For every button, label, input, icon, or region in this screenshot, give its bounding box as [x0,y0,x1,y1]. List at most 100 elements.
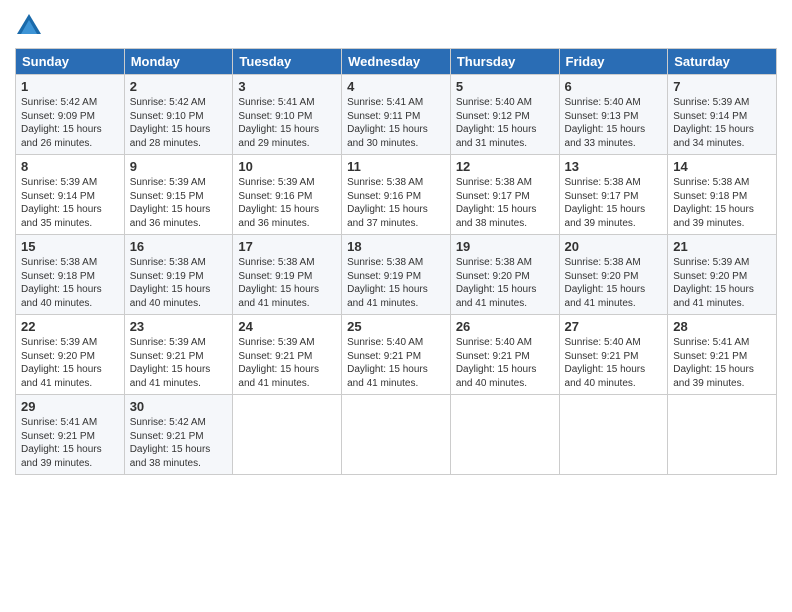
calendar-cell: 12 Sunrise: 5:38 AM Sunset: 9:17 PM Dayli… [450,155,559,235]
calendar-cell: 17 Sunrise: 5:38 AM Sunset: 9:19 PM Dayli… [233,235,342,315]
col-header-monday: Monday [124,49,233,75]
calendar-cell: 29 Sunrise: 5:41 AM Sunset: 9:21 PM Dayli… [16,395,125,475]
calendar-cell: 28 Sunrise: 5:41 AM Sunset: 9:21 PM Dayli… [668,315,777,395]
calendar-cell: 27 Sunrise: 5:40 AM Sunset: 9:21 PM Dayli… [559,315,668,395]
calendar-cell: 25 Sunrise: 5:40 AM Sunset: 9:21 PM Dayli… [342,315,451,395]
day-number: 2 [130,79,228,94]
day-info: Sunrise: 5:39 AM Sunset: 9:20 PM Dayligh… [21,336,119,390]
day-number: 7 [673,79,771,94]
day-number: 12 [456,159,554,174]
calendar-header-row: SundayMondayTuesdayWednesdayThursdayFrid… [16,49,777,75]
day-number: 11 [347,159,445,174]
day-number: 16 [130,239,228,254]
day-number: 17 [238,239,336,254]
calendar-week-2: 8 Sunrise: 5:39 AM Sunset: 9:14 PM Daylig… [16,155,777,235]
day-number: 14 [673,159,771,174]
logo [15,10,47,40]
calendar-cell [559,395,668,475]
day-info: Sunrise: 5:38 AM Sunset: 9:19 PM Dayligh… [238,256,336,310]
calendar-cell [450,395,559,475]
col-header-saturday: Saturday [668,49,777,75]
day-info: Sunrise: 5:38 AM Sunset: 9:19 PM Dayligh… [347,256,445,310]
calendar-cell [342,395,451,475]
calendar-week-4: 22 Sunrise: 5:39 AM Sunset: 9:20 PM Dayli… [16,315,777,395]
calendar-cell: 23Sunrise: 5:39 AM Sunset: 9:21 PM Dayli… [124,315,233,395]
day-info: Sunrise: 5:38 AM Sunset: 9:17 PM Dayligh… [456,176,554,230]
logo-icon [15,12,43,40]
calendar-cell: 8 Sunrise: 5:39 AM Sunset: 9:14 PM Daylig… [16,155,125,235]
day-info: Sunrise: 5:38 AM Sunset: 9:18 PM Dayligh… [673,176,771,230]
col-header-wednesday: Wednesday [342,49,451,75]
col-header-friday: Friday [559,49,668,75]
calendar-cell [668,395,777,475]
day-number: 24 [238,319,336,334]
calendar-cell: 1 Sunrise: 5:42 AM Sunset: 9:09 PM Daylig… [16,75,125,155]
day-number: 20 [565,239,663,254]
col-header-sunday: Sunday [16,49,125,75]
calendar-cell: 30 Sunrise: 5:42 AM Sunset: 9:21 PM Dayli… [124,395,233,475]
day-number: 18 [347,239,445,254]
calendar-cell: 13 Sunrise: 5:38 AM Sunset: 9:17 PM Dayli… [559,155,668,235]
day-number: 9 [130,159,228,174]
day-info: Sunrise: 5:40 AM Sunset: 9:21 PM Dayligh… [347,336,445,390]
day-info: Sunrise: 5:39 AM Sunset: 9:14 PM Dayligh… [21,176,119,230]
calendar-cell: 4Sunrise: 5:41 AM Sunset: 9:11 PM Daylig… [342,75,451,155]
day-number: 27 [565,319,663,334]
page: SundayMondayTuesdayWednesdayThursdayFrid… [0,0,792,612]
day-info: Sunrise: 5:40 AM Sunset: 9:12 PM Dayligh… [456,96,554,150]
day-number: 30 [130,399,228,414]
day-info: Sunrise: 5:41 AM Sunset: 9:21 PM Dayligh… [673,336,771,390]
day-info: Sunrise: 5:39 AM Sunset: 9:15 PM Dayligh… [130,176,228,230]
day-number: 23 [130,319,228,334]
calendar-cell: 26 Sunrise: 5:40 AM Sunset: 9:21 PM Dayli… [450,315,559,395]
day-number: 1 [21,79,119,94]
calendar-cell: 2 Sunrise: 5:42 AM Sunset: 9:10 PM Daylig… [124,75,233,155]
day-info: Sunrise: 5:38 AM Sunset: 9:20 PM Dayligh… [456,256,554,310]
day-number: 4 [347,79,445,94]
day-number: 21 [673,239,771,254]
calendar-cell: 22 Sunrise: 5:39 AM Sunset: 9:20 PM Dayli… [16,315,125,395]
calendar-cell: 7Sunrise: 5:39 AM Sunset: 9:14 PM Daylig… [668,75,777,155]
day-info: Sunrise: 5:39 AM Sunset: 9:20 PM Dayligh… [673,256,771,310]
calendar-cell: 14 Sunrise: 5:38 AM Sunset: 9:18 PM Dayli… [668,155,777,235]
header [15,10,777,40]
day-info: Sunrise: 5:40 AM Sunset: 9:13 PM Dayligh… [565,96,663,150]
day-number: 25 [347,319,445,334]
day-info: Sunrise: 5:42 AM Sunset: 9:21 PM Dayligh… [130,416,228,470]
calendar-cell: 3 Sunrise: 5:41 AM Sunset: 9:10 PM Daylig… [233,75,342,155]
calendar-cell: 16 Sunrise: 5:38 AM Sunset: 9:19 PM Dayli… [124,235,233,315]
day-number: 22 [21,319,119,334]
day-info: Sunrise: 5:42 AM Sunset: 9:10 PM Dayligh… [130,96,228,150]
day-info: Sunrise: 5:38 AM Sunset: 9:16 PM Dayligh… [347,176,445,230]
day-number: 28 [673,319,771,334]
day-number: 10 [238,159,336,174]
day-info: Sunrise: 5:40 AM Sunset: 9:21 PM Dayligh… [456,336,554,390]
day-info: Sunrise: 5:38 AM Sunset: 9:18 PM Dayligh… [21,256,119,310]
calendar-cell: 18 Sunrise: 5:38 AM Sunset: 9:19 PM Dayli… [342,235,451,315]
day-number: 6 [565,79,663,94]
day-number: 3 [238,79,336,94]
calendar-week-5: 29 Sunrise: 5:41 AM Sunset: 9:21 PM Dayli… [16,395,777,475]
day-number: 13 [565,159,663,174]
calendar-week-3: 15 Sunrise: 5:38 AM Sunset: 9:18 PM Dayli… [16,235,777,315]
day-number: 29 [21,399,119,414]
calendar-cell: 11 Sunrise: 5:38 AM Sunset: 9:16 PM Dayli… [342,155,451,235]
calendar-cell: 15 Sunrise: 5:38 AM Sunset: 9:18 PM Dayli… [16,235,125,315]
day-info: Sunrise: 5:38 AM Sunset: 9:17 PM Dayligh… [565,176,663,230]
day-info: Sunrise: 5:41 AM Sunset: 9:10 PM Dayligh… [238,96,336,150]
day-number: 19 [456,239,554,254]
col-header-thursday: Thursday [450,49,559,75]
calendar-cell: 6 Sunrise: 5:40 AM Sunset: 9:13 PM Daylig… [559,75,668,155]
day-info: Sunrise: 5:39 AM Sunset: 9:16 PM Dayligh… [238,176,336,230]
day-info: Sunrise: 5:42 AM Sunset: 9:09 PM Dayligh… [21,96,119,150]
day-number: 8 [21,159,119,174]
col-header-tuesday: Tuesday [233,49,342,75]
day-info: Sunrise: 5:40 AM Sunset: 9:21 PM Dayligh… [565,336,663,390]
day-info: Sunrise: 5:41 AM Sunset: 9:21 PM Dayligh… [21,416,119,470]
day-info: Sunrise: 5:38 AM Sunset: 9:20 PM Dayligh… [565,256,663,310]
day-info: Sunrise: 5:38 AM Sunset: 9:19 PM Dayligh… [130,256,228,310]
calendar-cell: 19 Sunrise: 5:38 AM Sunset: 9:20 PM Dayli… [450,235,559,315]
calendar-cell [233,395,342,475]
day-number: 26 [456,319,554,334]
day-number: 15 [21,239,119,254]
